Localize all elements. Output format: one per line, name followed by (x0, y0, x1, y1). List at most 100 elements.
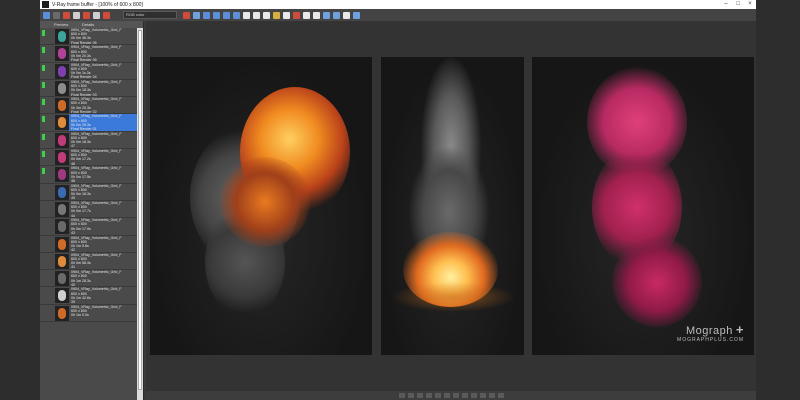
toolbar-right-button-11[interactable] (283, 11, 290, 19)
toolbar-right-button-1[interactable] (183, 11, 190, 19)
history-spacer (46, 184, 55, 200)
toolbar-left-button-6[interactable] (93, 11, 100, 19)
preview-column-header[interactable]: Preview (54, 22, 82, 27)
history-item[interactable]: 0904_VRay_Volumetric_Grid_F 600 x 800 0h 0… (40, 28, 138, 46)
history-item[interactable]: 0904_VRay_Volumetric_Grid_F 600 x 800 0h 1… (40, 287, 138, 305)
history-mark (42, 116, 45, 123)
toolbar-right-button-6[interactable] (233, 11, 240, 19)
history-scrollbar[interactable] (137, 28, 143, 400)
toolbar-right-button-10[interactable] (273, 11, 280, 19)
toolbar-right-button-14[interactable] (313, 11, 320, 19)
maximize-button[interactable]: □ (732, 0, 744, 9)
toolbar-right-button-15[interactable] (323, 11, 330, 19)
status-icon[interactable] (452, 393, 459, 398)
scrollbar-thumb[interactable] (138, 30, 142, 390)
history-item[interactable]: 0904_VRay_Volumetric_Grid_F 600 x 800 0h 0… (40, 184, 138, 201)
history-item[interactable]: 0904_VRay_Volumetric_Grid_F 600 x 800 0h 0… (40, 201, 138, 219)
history-item[interactable]: 0904_VRay_Volumetric_Grid_F 600 x 800 0h 1… (40, 270, 138, 288)
render-viewport[interactable]: Mograph + MOGRAPHPLUS.COM (146, 21, 756, 391)
history-mark (42, 238, 45, 244)
details-column-header[interactable]: Details (82, 22, 94, 27)
history-header: Preview Details (40, 21, 143, 28)
toolbar-right-button-18[interactable] (353, 11, 360, 19)
toolbar-left-button-2[interactable] (53, 11, 60, 19)
history-thumbnail[interactable] (55, 29, 69, 44)
thumbnail-image (58, 238, 66, 250)
render-pink-smoke: Mograph + MOGRAPHPLUS.COM (532, 57, 754, 355)
history-item[interactable]: 0904_VRay_Volumetric_Grid_F 600 x 800 0h 0… (40, 80, 138, 98)
history-thumbnail[interactable] (55, 201, 69, 217)
history-item[interactable]: 0904_VRay_Volumetric_Grid_F 600 x 800 0h 0… (40, 166, 138, 184)
status-icon[interactable] (416, 393, 423, 398)
history-item[interactable]: 0904_VRay_Volumetric_Grid_F 600 x 800 0h 3… (40, 97, 138, 115)
window-controls: – □ × (720, 0, 756, 9)
history-item[interactable]: 0904_VRay_Volumetric_Grid_F 600 x 800 0h 0… (40, 253, 138, 271)
channel-select[interactable]: RGB color (123, 11, 177, 19)
toolbar-left-button-1[interactable] (43, 11, 50, 19)
history-thumbnail[interactable] (55, 253, 69, 269)
history-item[interactable]: 0904_VRay_Volumetric_Grid_F 600 x 800 0h 1… (40, 236, 138, 253)
history-thumbnail[interactable] (55, 167, 69, 183)
history-time: 0h 1m 0.0s (71, 313, 89, 318)
history-item[interactable]: 0904_VRay_Volumetric_Grid_F 600 x 800 0h 0… (40, 114, 138, 132)
toolbar-right-button-3[interactable] (203, 11, 210, 19)
history-item[interactable]: 0904_VRay_Volumetric_Grid_F 600 x 800 0h 0… (40, 45, 138, 63)
status-icon[interactable] (407, 393, 414, 398)
toolbar-left-button-5[interactable] (83, 11, 90, 19)
history-spacer (46, 28, 55, 44)
history-label: Final Render 03 (71, 92, 97, 97)
toolbar-right-button-9[interactable] (263, 11, 270, 19)
toolbar-right-button-4[interactable] (213, 11, 220, 19)
status-icon[interactable] (479, 393, 486, 398)
history-thumbnail[interactable] (55, 150, 69, 166)
toolbar-right-button-8[interactable] (253, 11, 260, 19)
status-icon[interactable] (488, 393, 495, 398)
history-item[interactable]: 0904_VRay_Volumetric_Grid_F 600 x 800 0h 0… (40, 63, 138, 80)
toolbar-right-button-16[interactable] (333, 11, 340, 19)
toolbar-right-button-17[interactable] (343, 11, 350, 19)
history-item[interactable]: 0904_VRay_Volumetric_Grid_F 600 x 800 0h 1… (40, 305, 138, 323)
history-spacer (46, 149, 55, 165)
history-spacer (46, 287, 55, 303)
toolbar-right-button-13[interactable] (303, 11, 310, 19)
toolbar-right-button-2[interactable] (193, 11, 200, 19)
history-mark (42, 272, 45, 278)
history-thumbnail[interactable] (55, 184, 69, 200)
history-thumbnail[interactable] (55, 80, 69, 96)
history-thumbnail[interactable] (55, 288, 69, 304)
toolbar-left-button-4[interactable] (73, 11, 80, 19)
status-icon[interactable] (470, 393, 477, 398)
history-thumbnail[interactable] (55, 219, 69, 235)
history-thumbnail[interactable] (55, 63, 69, 79)
status-icon[interactable] (434, 393, 441, 398)
history-thumbnail[interactable] (55, 132, 69, 148)
history-item[interactable]: 0904_VRay_Volumetric_Grid_F 600 x 800 0h 0… (40, 218, 138, 236)
toolbar-left-button-3[interactable] (63, 11, 70, 19)
toolbar-left-button-7[interactable] (103, 11, 110, 19)
history-thumbnail[interactable] (55, 98, 69, 114)
minimize-button[interactable]: – (720, 0, 732, 9)
toolbar-right-button-12[interactable] (293, 11, 300, 19)
status-icon[interactable] (461, 393, 468, 398)
history-details: 0904_VRay_Volumetric_Grid_F 600 x 800 0h 0… (69, 28, 138, 44)
window-title: V-Ray frame buffer - [100% of 600 x 800] (52, 1, 143, 8)
history-item[interactable]: 0904_VRay_Volumetric_Grid_F 600 x 800 0h 0… (40, 132, 138, 150)
history-label: 42 (71, 248, 75, 252)
history-thumbnail[interactable] (55, 305, 69, 321)
history-thumbnail[interactable] (55, 115, 69, 131)
toolbar-right-button-7[interactable] (243, 11, 250, 19)
close-button[interactable]: × (744, 0, 756, 9)
fireball (220, 157, 310, 247)
history-thumbnail[interactable] (55, 236, 69, 252)
history-mark (42, 99, 45, 106)
history-thumbnail[interactable] (55, 271, 69, 287)
toolbar-right-button-5[interactable] (223, 11, 230, 19)
vray-app-icon (42, 1, 49, 8)
history-mark (42, 168, 45, 175)
history-thumbnail[interactable] (55, 46, 69, 62)
status-icon[interactable] (398, 393, 405, 398)
status-icon[interactable] (443, 393, 450, 398)
status-icon[interactable] (425, 393, 432, 398)
status-icon[interactable] (497, 393, 504, 398)
history-item[interactable]: 0904_VRay_Volumetric_Grid_F 600 x 800 0h 0… (40, 149, 138, 167)
